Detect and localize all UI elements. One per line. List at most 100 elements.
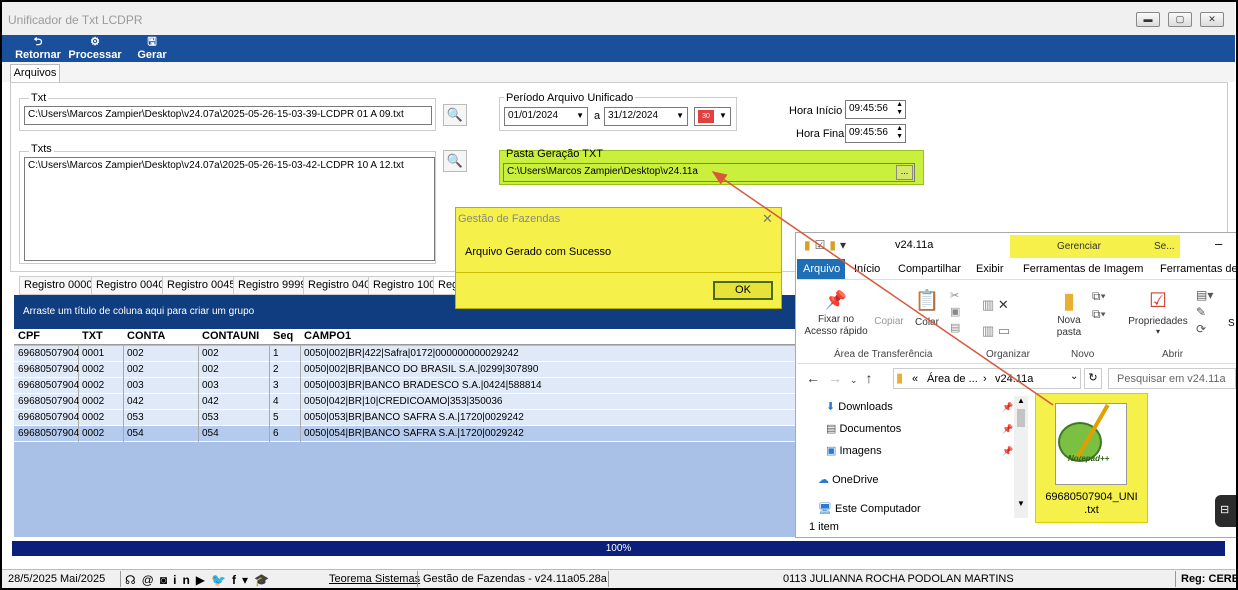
nav-onedrive[interactable]: ☁ OneDrive <box>818 473 879 486</box>
retornar-button[interactable]: ⮌ Retornar <box>14 36 62 61</box>
table-cell[interactable]: 0002 <box>82 378 104 394</box>
tab-registro-9999[interactable]: Registro 9999 <box>233 276 312 295</box>
new-folder-button[interactable]: ▮ Nova pasta <box>1052 288 1086 339</box>
table-row[interactable]: 69680507904 0002 002 002 2 0050|002|BR|BANCO … <box>14 362 798 378</box>
pin-icon[interactable]: 📌 <box>1002 446 1013 457</box>
ok-button[interactable]: OK <box>713 281 773 300</box>
hora-final-input[interactable]: 09:45:56 ▲ ▼ <box>845 124 906 143</box>
table-cell[interactable]: 3 <box>273 378 279 394</box>
table-cell[interactable]: 0050|042|BR|10|CREDICOAMO|353|350036 <box>304 394 502 410</box>
table-cell[interactable]: 69680507904 <box>18 362 79 378</box>
context-tab-gerenciar[interactable]: Gerenciar <box>1057 241 1101 252</box>
table-cell[interactable]: 0002 <box>82 410 104 426</box>
scroll-thumb[interactable] <box>1017 409 1025 427</box>
refresh-button[interactable]: ↻ <box>1084 368 1102 389</box>
address-bar[interactable] <box>893 368 1081 389</box>
back-icon[interactable]: ← <box>806 370 828 386</box>
col-conta[interactable]: CONTA <box>127 330 165 342</box>
graduation-icon[interactable]: 🎓 <box>254 573 275 587</box>
table-cell[interactable]: 0002 <box>82 394 104 410</box>
table-cell[interactable]: 054 <box>127 426 144 442</box>
paste-button[interactable]: 📋 Colar <box>912 288 942 328</box>
forward-icon[interactable]: → <box>828 370 850 386</box>
chevron-down-icon[interactable]: ⌄ <box>1070 371 1078 382</box>
headset-icon[interactable]: ☊ <box>125 573 142 587</box>
close-button[interactable]: ✕ <box>1200 12 1224 27</box>
spinner-icon[interactable]: ▲ ▼ <box>896 101 903 117</box>
linkedin-icon[interactable]: in <box>173 573 196 587</box>
nav-buttons[interactable]: ←→⌄↑ <box>806 370 881 386</box>
ribbon-tab-ferramentas[interactable]: Ferramentas de <box>1160 263 1238 275</box>
table-row[interactable]: 69680507904 0002 042 042 4 0050|042|BR|10|CRE… <box>14 394 798 410</box>
small-clipboard-icons[interactable]: ✂ ▣ ▤ <box>950 288 960 336</box>
table-cell[interactable]: 0002 <box>82 362 104 378</box>
table-cell[interactable]: 002 <box>202 346 219 362</box>
pin-icon[interactable]: 📌 <box>1002 424 1013 435</box>
col-campo1[interactable]: CAMPO1 <box>304 330 351 342</box>
txt-search-button[interactable]: 🔍 <box>443 104 467 126</box>
table-cell[interactable]: 042 <box>127 394 144 410</box>
ribbon-overflow[interactable]: S <box>1228 318 1235 329</box>
nav-imagens[interactable]: ▣ Imagens <box>826 444 882 457</box>
col-txt[interactable]: TXT <box>82 330 103 342</box>
pasta-browse-button[interactable]: ... <box>896 165 913 180</box>
quick-access-icons[interactable]: ▮☑▮▾ <box>804 238 850 252</box>
company-link[interactable]: Teorema Sistemas <box>329 573 420 585</box>
side-chat-button[interactable]: ⊟ <box>1215 495 1237 527</box>
ribbon-tab-arquivo[interactable]: Arquivo <box>803 263 840 275</box>
nav-documentos[interactable]: ▤ Documentos <box>826 422 901 435</box>
table-cell[interactable]: 69680507904 <box>18 346 79 362</box>
spinner-icon[interactable]: ▲ ▼ <box>896 125 903 141</box>
breadcrumb-parent[interactable]: Área de ... <box>927 373 978 385</box>
table-cell[interactable]: 0050|054|BR|BANCO SAFRA S.A.|1720|002924… <box>304 426 524 442</box>
pin-icon[interactable]: 📌 <box>1002 402 1013 413</box>
table-row[interactable]: 69680507904 0001 002 002 1 0050|002|BR|422|Sa… <box>14 346 798 362</box>
table-cell[interactable]: 4 <box>273 394 279 410</box>
minimize-button[interactable]: ▬ <box>1136 12 1160 27</box>
table-cell[interactable]: 5 <box>273 410 279 426</box>
table-cell[interactable]: 0050|002|BR|BANCO DO BRASIL S.A.|0299|30… <box>304 362 538 378</box>
nav-scrollbar[interactable]: ▲ ▼ <box>1014 396 1028 518</box>
txts-list[interactable]: C:\Users\Marcos Zampier\Desktop\v24.07a\… <box>24 157 435 261</box>
table-cell[interactable]: 002 <box>127 346 144 362</box>
chevron-down-icon[interactable]: ⌄ <box>850 375 866 385</box>
tab-registro-0040[interactable]: Registro 0040 <box>91 276 170 295</box>
table-row[interactable]: 69680507904 0002 003 003 3 0050|003|BR|BANCO … <box>14 378 798 394</box>
table-cell[interactable]: 0050|002|BR|422|Safra|0172|0000000000292… <box>304 346 519 362</box>
nav-este-computador[interactable]: 🖥 Este Computador <box>818 502 921 515</box>
table-cell[interactable]: 042 <box>202 394 219 410</box>
txt-path-input[interactable]: C:\Users\Marcos Zampier\Desktop\v24.07a\… <box>24 106 432 125</box>
ribbon-tab-exibir[interactable]: Exibir <box>976 263 1004 275</box>
properties-button[interactable]: ☑ Propriedades ▾ <box>1124 288 1192 336</box>
youtube-icon[interactable]: ▶ <box>196 573 211 587</box>
col-contauni[interactable]: CONTAUNI <box>202 330 259 342</box>
col-cpf[interactable]: CPF <box>18 330 40 342</box>
copy-button[interactable]: Copiar <box>872 290 906 327</box>
table-cell[interactable]: 0002 <box>82 426 104 442</box>
ribbon-tab-compartilhar[interactable]: Compartilhar <box>898 263 961 275</box>
new-item-icons[interactable]: ⧉▾ ⧉▾ <box>1092 287 1106 323</box>
pasta-path-input[interactable]: C:\Users\Marcos Zampier\Desktop\v24.11a <box>503 163 915 182</box>
table-cell[interactable]: 053 <box>202 410 219 426</box>
at-icon[interactable]: @ <box>142 573 160 587</box>
up-icon[interactable]: ↑ <box>866 370 881 386</box>
organize-icons[interactable]: ▥ ✕ ▥ ▭ <box>982 292 1010 344</box>
col-seq[interactable]: Seq <box>273 330 293 342</box>
instagram-icon[interactable]: ◙ <box>160 573 173 587</box>
table-cell[interactable]: 69680507904 <box>18 426 79 442</box>
calendar-picker[interactable]: 30 ▼ <box>694 107 731 126</box>
tab-registro-0000[interactable]: Registro 0000 <box>19 276 98 295</box>
ribbon-tab-ferramentas-imagem[interactable]: Ferramentas de Imagem <box>1023 263 1143 275</box>
table-row[interactable]: 69680507904 0002 054 054 6 0050|054|BR|BANCO … <box>14 426 798 442</box>
table-cell[interactable]: 053 <box>127 410 144 426</box>
table-cell[interactable]: 0001 <box>82 346 104 362</box>
open-icons[interactable]: ▤▾ ✎ ⟳ <box>1196 287 1213 338</box>
table-cell[interactable]: 0050|053|BR|BANCO SAFRA S.A.|1720|002924… <box>304 410 524 426</box>
txts-search-button[interactable]: 🔍 <box>443 150 467 172</box>
breadcrumb-current[interactable]: v24.11a <box>995 373 1033 385</box>
table-cell[interactable]: 0050|003|BR|BANCO BRADESCO S.A.|0424|588… <box>304 378 542 394</box>
table-cell[interactable]: 1 <box>273 346 279 362</box>
scroll-up-icon[interactable]: ▲ <box>1014 396 1028 405</box>
table-row[interactable]: 69680507904 0002 053 053 5 0050|053|BR|BANCO … <box>14 410 798 426</box>
table-cell[interactable]: 6 <box>273 426 279 442</box>
